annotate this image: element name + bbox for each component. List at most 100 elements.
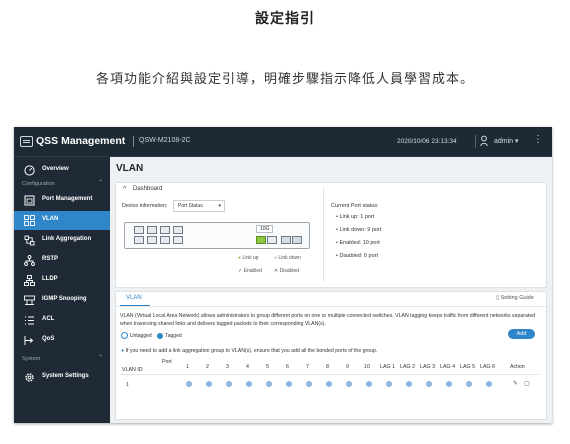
status-link-down: • Link down: 9 port	[336, 227, 382, 233]
tag-indicator[interactable]	[246, 381, 252, 387]
column-header: LAG 6	[480, 364, 496, 370]
sfp-port-1[interactable]	[281, 236, 291, 244]
sidebar-item-label: ACL	[42, 316, 55, 322]
app-title: QSS Management	[36, 135, 126, 147]
sidebar-group-system: System	[22, 356, 41, 362]
sidebar-item-rstp[interactable]: RSTP	[14, 251, 110, 270]
dashboard-toggle[interactable]: Dashboard	[133, 186, 162, 192]
sidebar-item-acl[interactable]: ACL	[14, 311, 110, 330]
caret-down-icon: ▾	[218, 203, 221, 209]
sidebar-item-vlan[interactable]: VLAN	[14, 211, 110, 230]
page-title: VLAN	[116, 163, 144, 174]
chevron-up-icon[interactable]: ⌃	[98, 354, 103, 361]
port-2[interactable]	[134, 236, 144, 244]
user-icon[interactable]	[480, 135, 488, 147]
status-text: Link up: 1 port	[339, 214, 375, 220]
tag-indicator[interactable]	[366, 381, 372, 387]
tag-indicator[interactable]	[406, 381, 412, 387]
port-8[interactable]	[173, 236, 183, 244]
status-enabled: • Enabled: 10 port	[336, 240, 380, 246]
device-info-select[interactable]: Port Status ▾	[173, 200, 225, 212]
port-icon	[24, 195, 35, 206]
untagged-label: Untagged	[130, 332, 152, 339]
column-header: LAG 1	[380, 364, 396, 370]
delete-icon[interactable]: ▢	[524, 380, 530, 387]
more-menu-icon[interactable]: ⋮	[533, 135, 543, 145]
sidebar-item-lldp[interactable]: LLDP	[14, 271, 110, 290]
info-icon: ●	[121, 348, 125, 354]
sidebar-item-label: System Settings	[42, 373, 89, 379]
port-3[interactable]	[147, 226, 157, 234]
top-bar: QSS Management QSW-M2108-2C 2020/10/06 2…	[14, 127, 552, 157]
chevron-up-icon[interactable]: ^	[123, 186, 126, 193]
tag-indicator[interactable]	[326, 381, 332, 387]
column-header: 8	[326, 364, 329, 370]
tagged-icon	[157, 332, 164, 339]
vlan-description: VLAN (Virtual Local Area Network) allows…	[120, 313, 536, 327]
tag-indicator[interactable]	[446, 381, 452, 387]
device-info-value: Port Status	[178, 203, 203, 209]
link-aggregation-icon	[24, 235, 35, 246]
tag-indicator[interactable]	[226, 381, 232, 387]
setting-guide-label: Setting Guide	[500, 295, 534, 301]
qss-logo-icon	[20, 136, 33, 147]
tag-indicator[interactable]	[486, 381, 492, 387]
tag-indicator[interactable]	[186, 381, 192, 387]
rstp-icon	[24, 255, 35, 266]
sidebar-item-qos[interactable]: QoS	[14, 331, 110, 350]
legend-label: Link up	[242, 255, 259, 261]
status-text: Link down: 9 port	[339, 227, 382, 233]
sidebar-item-label: IGMP Snooping	[42, 296, 87, 302]
tag-indicator[interactable]	[386, 381, 392, 387]
action-header: Action	[510, 364, 525, 370]
status-text: Disabled: 0 port	[339, 253, 378, 259]
tag-indicator[interactable]	[306, 381, 312, 387]
chevron-up-icon[interactable]: ⌃	[98, 179, 103, 186]
tag-indicator[interactable]	[286, 381, 292, 387]
sidebar-item-link-aggregation[interactable]: Link Aggregation	[14, 231, 110, 250]
legend-disabled: ✕ Disabled	[274, 268, 300, 274]
tag-indicator[interactable]	[346, 381, 352, 387]
tab-vlan[interactable]: VLAN	[126, 295, 142, 301]
sidebar: Overview Configuration ⌃ Port Management…	[14, 157, 110, 423]
port-7[interactable]	[173, 226, 183, 234]
column-header: LAG 5	[460, 364, 476, 370]
switch-panel: 10G	[124, 222, 310, 249]
main-content: VLAN ^ Dashboard Device information: Por…	[110, 157, 552, 423]
datetime: 2020/10/06 23:13:34	[397, 138, 457, 145]
lldp-icon	[24, 275, 35, 286]
column-header: 5	[266, 364, 269, 370]
column-header: 4	[246, 364, 249, 370]
sfp-port-2[interactable]	[292, 236, 302, 244]
vlan-card: VLAN ▯ Setting Guide VLAN (Virtual Local…	[115, 291, 547, 420]
tag-indicator[interactable]	[266, 381, 272, 387]
column-header: 9	[346, 364, 349, 370]
status-link-up: • Link up: 1 port	[336, 214, 375, 220]
sidebar-item-label: Overview	[42, 166, 69, 172]
dashboard-icon	[24, 165, 35, 176]
port-5[interactable]	[160, 226, 170, 234]
tag-indicator[interactable]	[466, 381, 472, 387]
port-1[interactable]	[134, 226, 144, 234]
column-header: 3	[226, 364, 229, 370]
tagged-label: Tagged	[165, 332, 182, 339]
sidebar-item-igmp-snooping[interactable]: IGMP Snooping	[14, 291, 110, 310]
user-menu[interactable]: admin ▾	[494, 137, 519, 145]
sidebar-item-overview[interactable]: Overview	[14, 161, 110, 180]
sidebar-item-port-management[interactable]: Port Management	[14, 191, 110, 210]
port-4[interactable]	[147, 236, 157, 244]
edit-icon[interactable]: ✎	[513, 380, 518, 387]
tag-indicator[interactable]	[206, 381, 212, 387]
add-vlan-button[interactable]: Add	[508, 329, 535, 339]
tag-indicator[interactable]	[426, 381, 432, 387]
port-9[interactable]	[256, 236, 266, 244]
dashboard-divider	[323, 188, 324, 282]
column-header: 1	[186, 364, 189, 370]
device-info-label: Device information:	[122, 203, 168, 209]
lag-note: ● If you need to add a link aggregation …	[121, 348, 377, 354]
port-6[interactable]	[160, 236, 170, 244]
setting-guide-link[interactable]: ▯ Setting Guide	[496, 295, 534, 301]
port-10[interactable]	[267, 236, 277, 244]
sidebar-item-system-settings[interactable]: System Settings	[14, 368, 110, 387]
status-text: Enabled: 10 port	[339, 240, 380, 246]
